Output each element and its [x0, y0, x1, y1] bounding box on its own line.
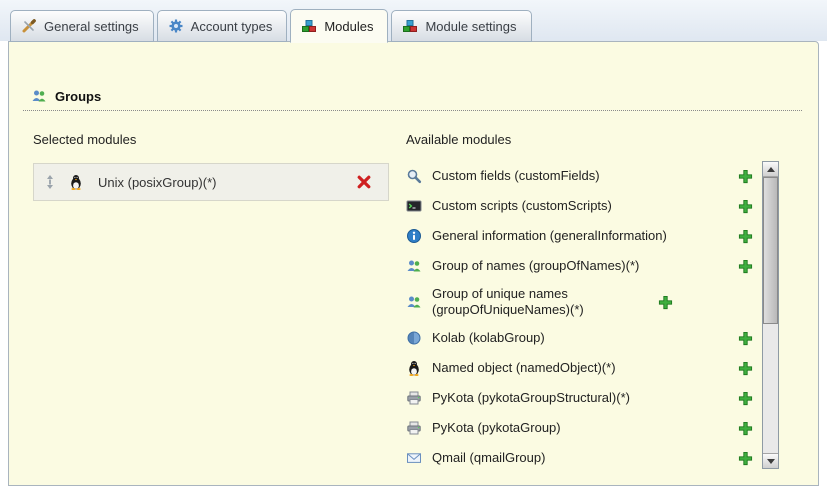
available-module-row: Custom scripts (customScripts): [406, 191, 762, 221]
magnifier-icon: [406, 168, 424, 184]
tab-bar: General settings Account types: [10, 9, 532, 42]
arrow-down-icon: [767, 459, 775, 464]
available-module-row: PyKota (pykotaGroupStructural)(*): [406, 383, 762, 413]
add-module-button[interactable]: [737, 450, 754, 467]
available-module-row: Custom fields (customFields): [406, 161, 762, 191]
add-module-button[interactable]: [737, 258, 754, 275]
available-module-row: Kolab (kolabGroup): [406, 323, 762, 353]
scrollbar[interactable]: [762, 161, 779, 469]
available-module-row: General information (generalInformation): [406, 221, 762, 251]
available-module-label: General information (generalInformation): [432, 228, 737, 244]
add-module-button[interactable]: [737, 390, 754, 407]
available-modules-list: Custom fields (customFields): [406, 161, 762, 473]
available-modules-column: Available modules Custom fields (customF…: [406, 132, 806, 473]
add-module-button[interactable]: [737, 330, 754, 347]
scroll-down-button[interactable]: [763, 453, 778, 468]
modules-icon: [301, 18, 317, 34]
tab-module-settings[interactable]: Module settings: [391, 10, 531, 42]
available-module-label: PyKota (pykotaGroup): [432, 420, 737, 436]
add-module-button[interactable]: [737, 168, 754, 185]
section-title: Groups: [55, 89, 101, 104]
arrow-up-icon: [767, 167, 775, 172]
available-module-row: Qmail (qmailGroup): [406, 443, 762, 473]
remove-module-button[interactable]: [355, 174, 372, 191]
selected-module-row[interactable]: Unix (posixGroup)(*): [33, 163, 389, 201]
terminal-icon: [406, 198, 424, 214]
printer-icon: [406, 390, 424, 406]
available-module-row: Group of unique names (groupOfUniqueName…: [406, 281, 762, 323]
add-module-button[interactable]: [737, 198, 754, 215]
tools-icon: [21, 18, 37, 34]
selected-module-label: Unix (posixGroup)(*): [98, 175, 216, 190]
modules-panel: Groups Selected modules: [8, 41, 819, 486]
tab-label: Account types: [191, 19, 273, 34]
add-module-button[interactable]: [737, 420, 754, 437]
available-module-label: Qmail (qmailGroup): [432, 450, 737, 466]
tab-label: General settings: [44, 19, 139, 34]
mail-icon: [406, 450, 424, 466]
tux-icon: [406, 360, 424, 376]
available-module-row: PyKota (pykotaGroup): [406, 413, 762, 443]
tab-label: Modules: [324, 19, 373, 34]
tab-label: Module settings: [425, 19, 516, 34]
group-icon: [406, 258, 424, 274]
available-module-label: PyKota (pykotaGroupStructural)(*): [432, 390, 737, 406]
group-icon: [31, 88, 47, 104]
modules-icon: [402, 18, 418, 34]
available-module-label: Group of unique names (groupOfUniqueName…: [432, 286, 657, 319]
tab-account-types[interactable]: Account types: [157, 10, 288, 42]
scrollbar-track[interactable]: [763, 177, 778, 453]
available-module-label: Custom scripts (customScripts): [432, 198, 737, 214]
tux-icon: [68, 174, 84, 190]
dotted-separator: [23, 110, 802, 111]
available-module-row: Group of names (groupOfNames)(*): [406, 251, 762, 281]
add-module-button[interactable]: [737, 228, 754, 245]
tab-modules[interactable]: Modules: [290, 9, 388, 43]
available-module-label: Named object (namedObject)(*): [432, 360, 737, 376]
kolab-icon: [406, 330, 424, 346]
printer-icon: [406, 420, 424, 436]
info-icon: [406, 228, 424, 244]
section-header: Groups: [31, 88, 101, 104]
selected-modules-column: Selected modules: [33, 132, 389, 201]
add-module-button[interactable]: [737, 360, 754, 377]
scroll-up-button[interactable]: [763, 162, 778, 177]
available-module-label: Group of names (groupOfNames)(*): [432, 258, 737, 274]
selected-modules-heading: Selected modules: [33, 132, 389, 147]
group-icon: [406, 294, 424, 310]
available-module-row: Named object (namedObject)(*): [406, 353, 762, 383]
available-module-label: Custom fields (customFields): [432, 168, 737, 184]
add-module-button[interactable]: [657, 294, 674, 311]
scrollbar-thumb[interactable]: [763, 177, 778, 324]
available-module-label: Kolab (kolabGroup): [432, 330, 737, 346]
available-modules-heading: Available modules: [406, 132, 806, 147]
drag-handle-icon[interactable]: [44, 174, 56, 190]
tab-general-settings[interactable]: General settings: [10, 10, 154, 42]
gear-icon: [168, 18, 184, 34]
